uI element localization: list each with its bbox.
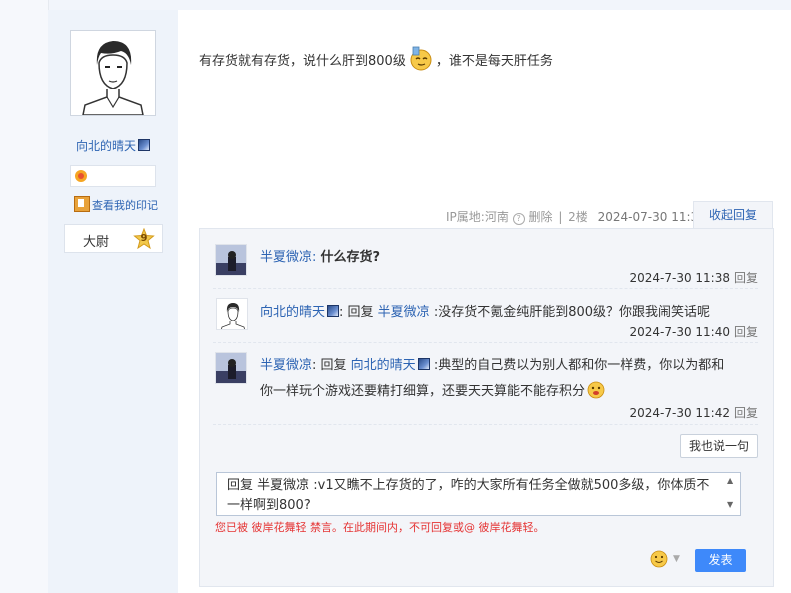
delete-link[interactable]: 删除 <box>528 210 552 224</box>
reply-time: 2024-7-30 11:38 <box>629 271 730 285</box>
scroll-up-icon[interactable]: ▲ <box>727 476 733 485</box>
reply-divider <box>213 424 758 425</box>
badge-icon <box>75 170 87 182</box>
reply-prefix: : 回复 <box>312 358 351 373</box>
level-number: 9 <box>140 233 148 244</box>
level-box: 大尉 9 <box>64 224 163 253</box>
reply-button[interactable]: 回复 <box>734 271 758 285</box>
reply-input[interactable]: 回复 半夏微凉 :v1又瞧不上存货的了，咋的大家所有任务全做就500多级，你体质… <box>216 472 741 516</box>
reply-time: 2024-7-30 11:42 <box>629 406 730 420</box>
say-something-button[interactable]: 我也说一句 <box>680 434 758 458</box>
emoji-icon <box>410 46 432 71</box>
badge-box[interactable] <box>70 165 156 187</box>
floor-number: 2楼 <box>568 210 588 224</box>
post-text-1: 有存货就有存货，说什么肝到800级 <box>199 54 406 69</box>
reply-colon: : <box>312 250 317 265</box>
reply-meta: 2024-7-30 11:40 回复 <box>600 323 758 340</box>
reply-prefix: : 回复 <box>339 305 378 320</box>
question-icon[interactable]: ? <box>512 213 525 225</box>
emoji-icon[interactable] <box>650 550 668 568</box>
reply-body-1: :典型的自己费以为别人都和你一样费，你以为都和 <box>429 358 725 373</box>
left-margin <box>0 0 49 593</box>
post-content: 有存货就有存货，说什么肝到800级 ，谁不是每天肝任务 <box>199 45 553 71</box>
author-avatar[interactable] <box>70 30 156 116</box>
reply-avatar[interactable] <box>216 298 248 330</box>
author-name-row[interactable]: 向北的晴天 <box>48 137 178 154</box>
submit-button[interactable]: 发表 <box>695 549 746 572</box>
post-timestamp: 2024-07-30 11:34 <box>597 210 706 224</box>
reply-button[interactable]: 回复 <box>734 325 758 339</box>
chevron-down-icon[interactable]: ▼ <box>673 554 680 564</box>
top-strip <box>0 0 791 10</box>
medal-icon <box>417 358 430 370</box>
reply-button[interactable]: 回复 <box>734 406 758 420</box>
reply-text: 向北的晴天 : 回复 半夏微凉 :没存货不氪金纯肝能到800级？你跟我闹笑话呢 <box>260 301 710 320</box>
reply-time: 2024-7-30 11:40 <box>629 325 730 339</box>
level-title: 大尉 <box>83 235 110 250</box>
imprint-link[interactable]: 查看我的印记 <box>74 196 158 213</box>
scroll-down-icon[interactable]: ▼ <box>727 500 733 509</box>
reply-divider <box>213 288 758 289</box>
imprint-label[interactable]: 查看我的印记 <box>92 199 158 212</box>
reply-text-line2: 你一样玩个游戏还要精打细算，还要天天算能不能存积分 <box>260 380 605 399</box>
reply-user[interactable]: 半夏微凉 <box>260 358 312 373</box>
reply-text: 半夏微凉: 什么存货? <box>260 246 380 265</box>
collapse-replies-button[interactable]: 收起回复 <box>693 201 773 228</box>
reply-meta: 2024-7-30 11:42 回复 <box>600 404 758 421</box>
reply-body: 什么存货? <box>320 250 381 265</box>
reply-user[interactable]: 半夏微凉 <box>260 250 312 265</box>
reply-avatar[interactable] <box>215 352 247 384</box>
mute-warning: 您已被 彼岸花舞轻 禁言。在此期间内，不可回复或@ 彼岸花舞轻。 <box>215 521 545 534</box>
emoji-icon <box>587 381 605 399</box>
ip-location: IP属地:河南 <box>446 210 509 224</box>
reply-text-line1: 半夏微凉: 回复 向北的晴天 :典型的自己费以为别人都和你一样费，你以为都和 <box>260 354 724 373</box>
author-name[interactable]: 向北的晴天 <box>76 139 136 153</box>
reply-user[interactable]: 向北的晴天 <box>260 305 325 320</box>
reply-avatar[interactable] <box>215 244 247 276</box>
medal-icon <box>138 139 150 151</box>
imprint-icon <box>74 196 90 212</box>
reply-divider <box>213 342 758 343</box>
reply-target[interactable]: 半夏微凉 <box>378 305 430 320</box>
reply-target[interactable]: 向北的晴天 <box>351 358 416 373</box>
reply-body-2: 你一样玩个游戏还要精打细算，还要天天算能不能存积分 <box>260 384 586 399</box>
reply-body: :没存货不氪金纯肝能到800级？你跟我闹笑话呢 <box>429 305 711 320</box>
post-text-2: ，谁不是每天肝任务 <box>435 54 553 69</box>
post-meta: IP属地:河南 ? 删除 | 2楼 2024-07-30 11:34 <box>446 210 706 225</box>
reply-meta: 2024-7-30 11:38 回复 <box>600 269 758 286</box>
medal-icon <box>327 305 340 317</box>
